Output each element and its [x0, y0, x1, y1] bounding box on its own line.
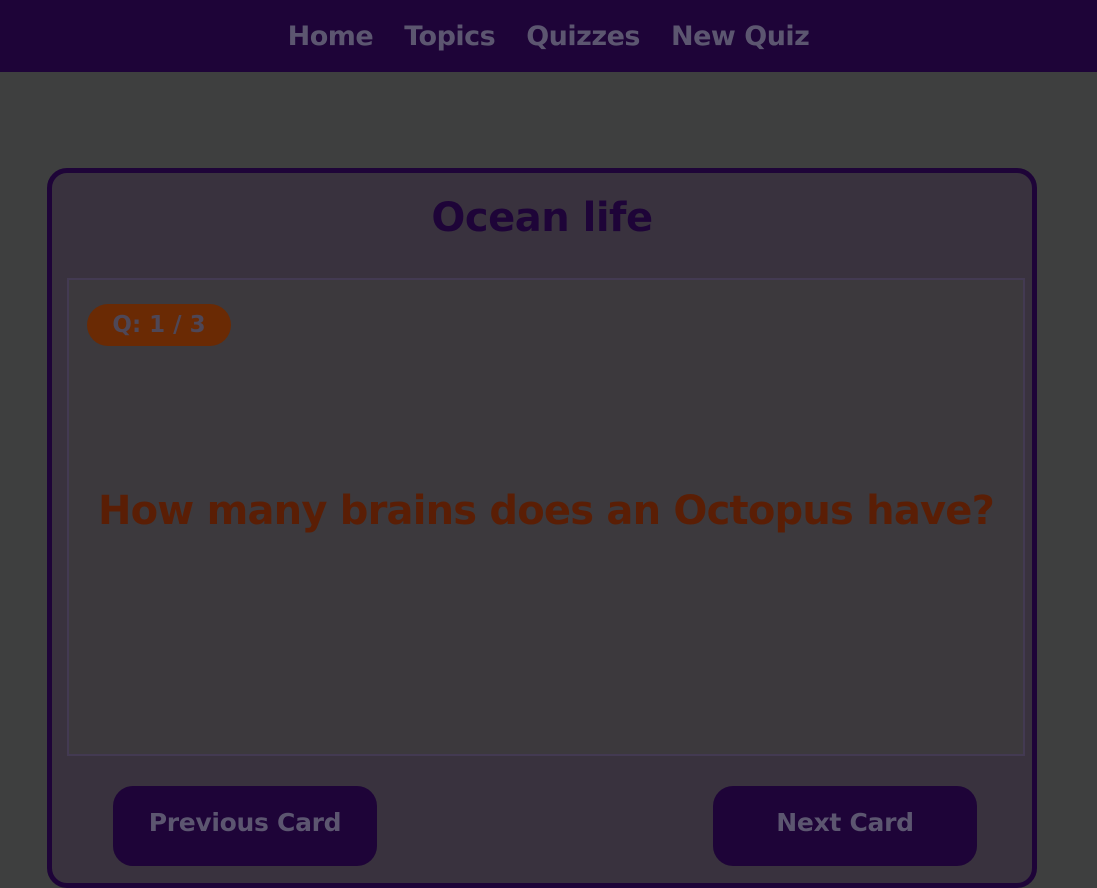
- nav-link-new-quiz[interactable]: New Quiz: [671, 21, 810, 52]
- nav-link-home[interactable]: Home: [288, 21, 374, 52]
- question-counter-badge: Q: 1 / 3: [87, 304, 231, 346]
- top-navbar: Home Topics Quizzes New Quiz: [0, 0, 1097, 72]
- previous-card-button[interactable]: Previous Card: [113, 786, 377, 866]
- question-text: How many brains does an Octopus have?: [97, 488, 995, 534]
- next-card-button[interactable]: Next Card: [713, 786, 977, 866]
- flashcard[interactable]: Q: 1 / 3 How many brains does an Octopus…: [67, 278, 1025, 756]
- deck-title: Ocean life: [431, 195, 653, 241]
- nav-link-topics[interactable]: Topics: [404, 21, 496, 52]
- nav-link-quizzes[interactable]: Quizzes: [526, 21, 640, 52]
- quiz-deck-panel: Ocean life Q: 1 / 3 How many brains does…: [47, 168, 1037, 888]
